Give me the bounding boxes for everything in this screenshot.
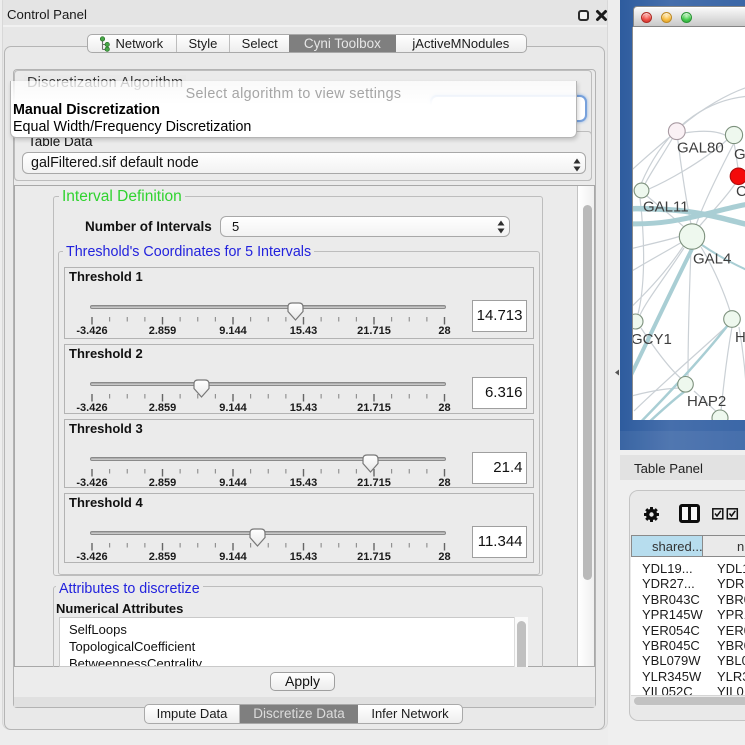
svg-text:GAL80: GAL80	[677, 140, 724, 157]
svg-text:H: H	[735, 329, 745, 346]
svg-text:GCY1: GCY1	[633, 331, 672, 348]
svg-text:GAL: GAL	[734, 146, 745, 163]
svg-text:GAL4: GAL4	[693, 251, 731, 268]
svg-text:GAL11: GAL11	[643, 199, 689, 216]
svg-text:HAP2: HAP2	[687, 393, 726, 410]
svg-text:C: C	[736, 183, 745, 200]
